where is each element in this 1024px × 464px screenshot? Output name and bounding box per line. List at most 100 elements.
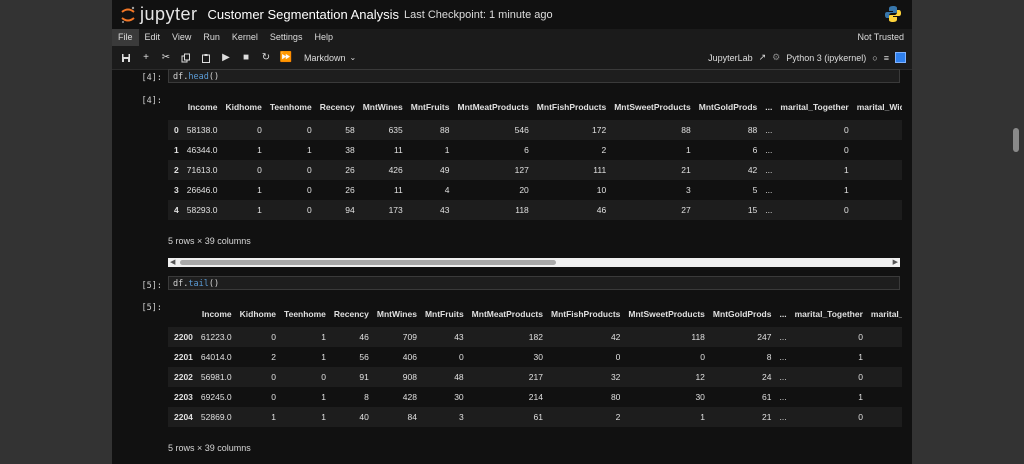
table-cell: 2: [235, 347, 281, 367]
menu-help[interactable]: Help: [308, 29, 339, 46]
column-header: MntGoldProds: [708, 301, 776, 327]
dataframe-output: Income Kidhome Teenhome Recency MntWines MntF…: [168, 94, 902, 228]
table-cell: 1: [776, 180, 853, 200]
scroll-right-icon[interactable]: ▶: [893, 258, 898, 267]
code-paren: (): [208, 279, 220, 289]
table-row: 2204 52869.0 1 1 40 84 3 61 2 1 21... 0: [168, 407, 902, 427]
table-cell: [866, 407, 902, 427]
output-prompt: [5]:: [141, 303, 162, 313]
row-index: 2203: [168, 387, 197, 407]
table-cell: 21: [610, 160, 695, 180]
gear-icon[interactable]: ⚙: [772, 52, 780, 63]
copy-icon[interactable]: [176, 48, 196, 68]
menu-run[interactable]: Run: [197, 29, 226, 46]
column-header: Teenhome: [265, 94, 316, 120]
table-cell: 1: [790, 387, 867, 407]
run-icon[interactable]: ▶: [216, 48, 236, 68]
restart-icon[interactable]: ↻: [256, 48, 276, 68]
stop-icon[interactable]: ■: [236, 48, 256, 68]
menu-kernel[interactable]: Kernel: [226, 29, 264, 46]
table-cell: 58138.0: [182, 120, 222, 140]
kernel-name[interactable]: Python 3 (ipykernel): [786, 53, 866, 63]
horizontal-scrollbar[interactable]: ◀ ▶: [168, 258, 900, 267]
table-cell: 8: [329, 387, 373, 407]
add-icon[interactable]: +: [136, 48, 156, 68]
external-link-icon: ↗: [758, 52, 767, 62]
table-cell: 94: [315, 200, 359, 220]
table-header-row: Income Kidhome Teenhome Recency MntWines MntF…: [168, 301, 902, 327]
scrollbar-thumb[interactable]: [180, 260, 556, 265]
table-cell: 58: [315, 120, 359, 140]
table-cell: 1: [776, 160, 853, 180]
table-cell: [852, 200, 902, 220]
python-logo-icon: [885, 6, 901, 22]
table-cell: ...: [775, 327, 791, 347]
table-cell: 52869.0: [196, 407, 236, 427]
table-cell: 0: [790, 407, 867, 427]
dataframe-table: Income Kidhome Teenhome Recency MntWines MntF…: [168, 94, 902, 220]
left-margin: [0, 0, 112, 464]
table-cell: 6: [453, 140, 533, 160]
table-cell: 48: [420, 367, 468, 387]
table-cell: 0: [420, 347, 468, 367]
notebook-panel: jupyter Customer Segmentation Analysis L…: [112, 0, 912, 464]
header: jupyter Customer Segmentation Analysis L…: [112, 0, 912, 29]
jupyterlab-link[interactable]: JupyterLab: [708, 53, 753, 63]
table-cell: 0: [624, 347, 709, 367]
table-cell: 118: [624, 327, 709, 347]
cell-type-label: Markdown: [304, 52, 346, 63]
dataframe-dimensions: 5 rows × 39 columns: [168, 236, 251, 246]
code-cell-input[interactable]: df.tail(): [168, 276, 900, 290]
table-cell: 1: [221, 140, 266, 160]
table-cell: 3: [610, 180, 695, 200]
toolbar: + ✂ ▶ ■ ↻ ⏩ Markdown ⌄ JupyterLab ↗ ⚙ Py…: [112, 46, 912, 70]
menu-bar: File Edit View Run Kernel Settings Help …: [112, 29, 912, 46]
menu-edit[interactable]: Edit: [139, 29, 167, 46]
save-icon[interactable]: [116, 48, 136, 68]
table-cell: 1: [406, 140, 454, 160]
fast-forward-icon[interactable]: ⏩: [276, 48, 296, 68]
table-cell: 1: [265, 140, 316, 160]
table-cell: 0: [235, 387, 281, 407]
table-cell: 247: [708, 327, 776, 347]
paste-icon[interactable]: [196, 48, 216, 68]
row-index: 2: [168, 160, 183, 180]
row-index: 2204: [168, 407, 197, 427]
table-cell: 0: [235, 367, 281, 387]
table-cell: 0: [790, 367, 867, 387]
trust-status[interactable]: Not Trusted: [857, 29, 904, 46]
scroll-left-icon[interactable]: ◀: [170, 258, 175, 267]
column-header: Teenhome: [280, 301, 330, 327]
table-cell: 428: [372, 387, 421, 407]
hamburger-icon[interactable]: ≡: [884, 53, 889, 63]
table-cell: 84: [372, 407, 421, 427]
vertical-scrollbar-thumb[interactable]: [1013, 128, 1019, 152]
table-cell: 0: [546, 347, 625, 367]
menu-file[interactable]: File: [112, 29, 139, 46]
column-header: MntFruits: [406, 94, 454, 120]
row-index: 2200: [168, 327, 197, 347]
table-cell: 61: [467, 407, 547, 427]
cut-icon[interactable]: ✂: [156, 48, 176, 68]
notebook-title[interactable]: Customer Segmentation Analysis: [208, 7, 399, 22]
table-row: 2203 69245.0 0 1 8 428 30 214 80 30 61... 1: [168, 387, 902, 407]
menu-view[interactable]: View: [166, 29, 197, 46]
column-header: Kidhome: [235, 301, 281, 327]
right-margin: [912, 0, 1024, 464]
table-cell: 8: [708, 347, 776, 367]
table-row: 2202 56981.0 0 0 91 908 48 217 32 12 24... 0: [168, 367, 902, 387]
table-cell: ...: [775, 407, 791, 427]
code-cell-input[interactable]: df.head(): [168, 69, 900, 83]
menu-settings[interactable]: Settings: [264, 29, 309, 46]
code-function: head: [188, 72, 209, 82]
table-cell: 1: [235, 407, 281, 427]
table-cell: 0: [221, 120, 266, 140]
notebook-icon[interactable]: [895, 52, 906, 63]
jupyter-logo[interactable]: jupyter: [120, 4, 198, 25]
column-header: MntGoldProds: [694, 94, 762, 120]
table-cell: ...: [761, 120, 777, 140]
table-cell: 118: [453, 200, 533, 220]
table-cell: 11: [358, 140, 407, 160]
table-cell: 214: [467, 387, 547, 407]
cell-type-select[interactable]: Markdown ⌄: [304, 53, 356, 63]
